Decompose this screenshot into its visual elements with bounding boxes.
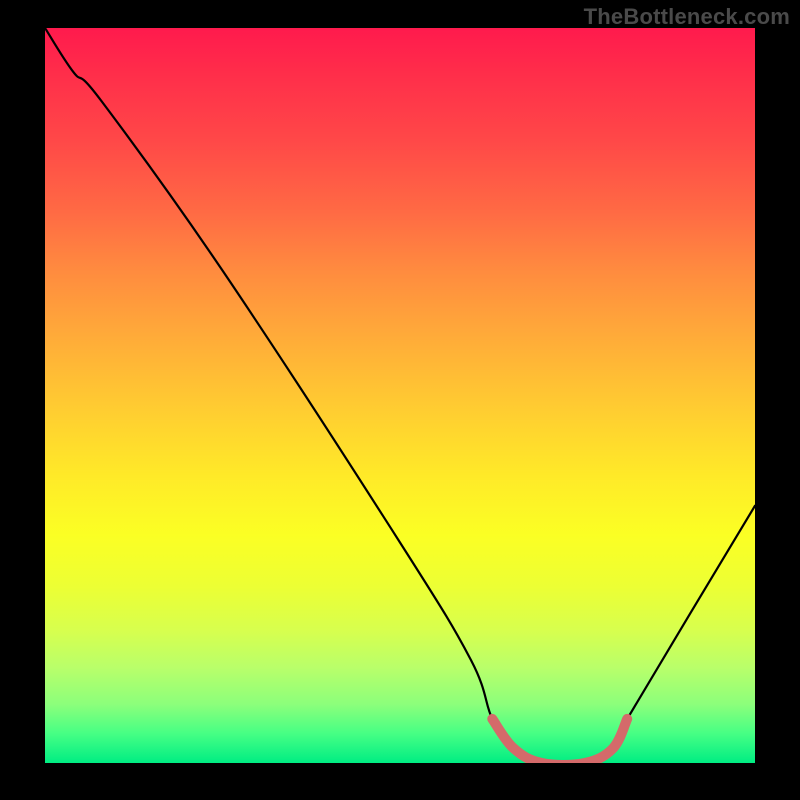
- chart-frame: TheBottleneck.com: [0, 0, 800, 800]
- heat-gradient: [45, 28, 755, 763]
- plot-area: [45, 28, 755, 763]
- watermark-text: TheBottleneck.com: [584, 4, 790, 30]
